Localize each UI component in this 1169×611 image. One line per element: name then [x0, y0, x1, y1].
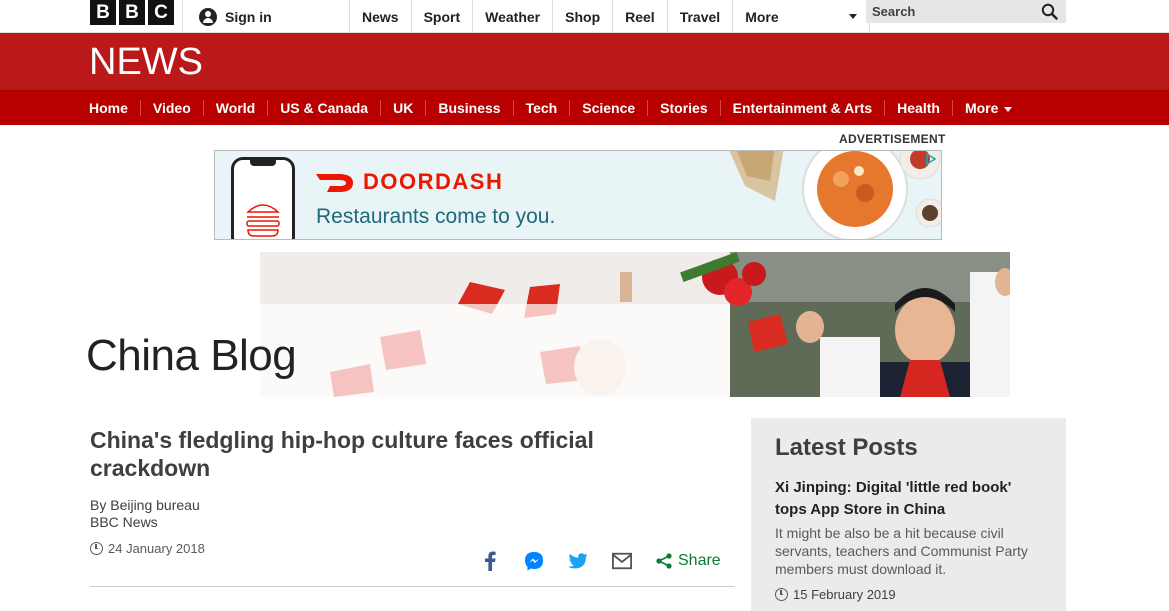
global-nav-travel[interactable]: Travel: [666, 0, 732, 33]
divider: [90, 586, 735, 587]
twitter-icon: [568, 552, 588, 568]
share-tools: Share: [480, 548, 721, 574]
latest-posts-heading: Latest Posts: [775, 434, 918, 461]
share-label: Share: [678, 552, 721, 569]
doordash-mark-icon: [316, 174, 353, 192]
chevron-down-icon: [849, 14, 858, 19]
global-nav-more[interactable]: More: [732, 0, 871, 33]
doordash-brand-text: DOORDASH: [363, 169, 504, 194]
email-share-button[interactable]: [612, 551, 632, 571]
news-nav-uk[interactable]: UK: [380, 100, 425, 116]
global-nav-news[interactable]: News: [349, 0, 411, 33]
phone-illustration: [231, 157, 295, 239]
user-icon: [199, 7, 217, 26]
share-button[interactable]: Share: [656, 552, 721, 570]
phone-notch: [250, 160, 276, 166]
news-logo[interactable]: NEWS: [89, 41, 203, 84]
global-nav-shop[interactable]: Shop: [552, 0, 612, 33]
bbc-logo-letter: C: [148, 0, 174, 25]
search-box: [866, 0, 1066, 23]
share-icon: [656, 553, 672, 569]
bbc-logo-letter: B: [90, 0, 116, 25]
burger-icon: [246, 204, 280, 237]
global-nav-sport[interactable]: Sport: [410, 0, 473, 33]
latest-post-summary: It might be also be a hit because civil …: [775, 525, 1028, 577]
article-date-text: 24 January 2018: [108, 541, 205, 556]
latest-post-date: 15 February 2019: [775, 587, 1042, 602]
search-input[interactable]: [872, 4, 1032, 19]
news-nav-health[interactable]: Health: [884, 100, 952, 116]
bbc-logo-letter: B: [119, 0, 145, 25]
article-date: 24 January 2018: [90, 541, 205, 556]
news-nav-tech[interactable]: Tech: [512, 100, 570, 116]
news-nav-stories[interactable]: Stories: [647, 100, 719, 116]
blog-title: China Blog: [86, 331, 297, 380]
global-nav: News Sport Weather Shop Reel Travel More: [349, 0, 871, 33]
news-masthead: NEWS: [0, 33, 1169, 90]
ad-tagline: Restaurants come to you.: [316, 205, 556, 228]
latest-post-date-text: 15 February 2019: [793, 587, 896, 602]
food-plate-image: [729, 151, 941, 239]
messenger-share-button[interactable]: [524, 551, 544, 571]
news-nav-entertainment-arts[interactable]: Entertainment & Arts: [719, 100, 885, 116]
chevron-down-icon: [1004, 106, 1013, 112]
ad-choices-icon[interactable]: [925, 153, 937, 165]
author-name: By Beijing bureau: [90, 497, 200, 513]
latest-post-title[interactable]: Xi Jinping: Digital 'little red book' to…: [775, 477, 1042, 521]
news-nav-home[interactable]: Home: [89, 100, 140, 116]
facebook-icon: [485, 551, 496, 571]
global-nav-weather[interactable]: Weather: [472, 0, 552, 33]
news-nav-more[interactable]: More: [951, 100, 1024, 116]
news-nav-video[interactable]: Video: [139, 100, 203, 116]
facebook-share-button[interactable]: [480, 551, 500, 571]
global-nav-reel[interactable]: Reel: [612, 0, 667, 33]
news-nav-us-canada[interactable]: US & Canada: [267, 100, 380, 116]
banner-overlay: [260, 304, 730, 397]
advertisement-banner[interactable]: DOORDASH Restaurants come to you.: [214, 150, 942, 240]
blog-banner-image: [260, 252, 1010, 397]
global-header: B B C Sign in News Sport Weather Shop Re…: [0, 0, 1169, 33]
sign-in-link[interactable]: Sign in: [182, 0, 349, 33]
news-nav-world[interactable]: World: [202, 100, 267, 116]
doordash-logo: DOORDASH: [315, 169, 503, 195]
advertisement-label: ADVERTISEMENT: [839, 132, 946, 146]
news-nav-business[interactable]: Business: [425, 100, 512, 116]
latest-posts-panel: Latest Posts Xi Jinping: Digital 'little…: [751, 418, 1066, 611]
clock-icon: [775, 588, 788, 601]
twitter-share-button[interactable]: [568, 551, 588, 571]
news-nav-science[interactable]: Science: [569, 100, 647, 116]
global-nav-more-label: More: [745, 8, 779, 25]
email-icon: [612, 552, 632, 570]
latest-post-item[interactable]: Xi Jinping: Digital 'little red book' to…: [775, 477, 1042, 602]
news-nav: Home Video World US & Canada UK Business…: [0, 90, 1169, 125]
article-headline: China's fledgling hip-hop culture faces …: [90, 427, 594, 481]
author-outlet: BBC News: [90, 514, 158, 530]
byline: By Beijing bureau BBC News: [90, 497, 200, 531]
sign-in-label: Sign in: [225, 8, 272, 25]
bbc-logo[interactable]: B B C: [90, 0, 174, 25]
search-icon[interactable]: [1041, 3, 1058, 20]
messenger-icon: [525, 552, 543, 571]
clock-icon: [90, 542, 103, 555]
news-nav-more-label: More: [964, 100, 999, 116]
